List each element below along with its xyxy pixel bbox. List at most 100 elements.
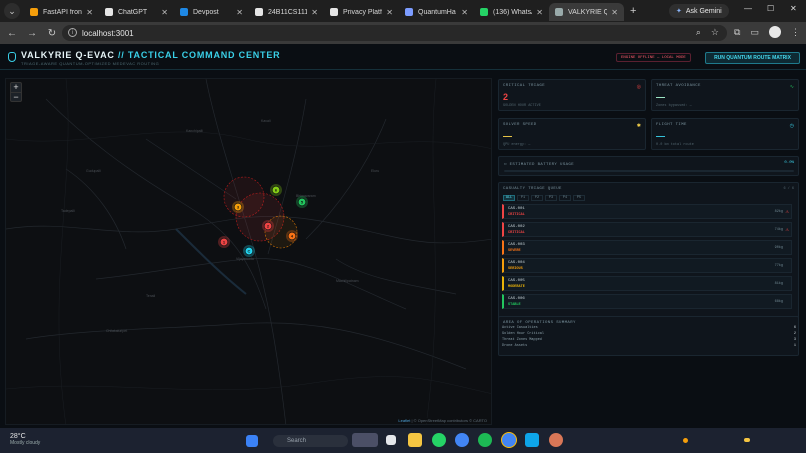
casualty-marker[interactable]: C [243, 245, 255, 257]
tab-close-icon[interactable]: ✕ [236, 8, 243, 17]
casualty-marker[interactable]: 6 [270, 184, 282, 196]
zoom-search-icon[interactable]: ⌕ [696, 27, 701, 38]
tray-status-icon[interactable] [744, 438, 750, 442]
zoom-in-button[interactable]: + [11, 83, 21, 92]
chrome-active-icon[interactable] [502, 433, 516, 447]
triage-filter-tab[interactable]: ALL [503, 195, 515, 201]
solver-speed-sub: QPU energy: — [503, 143, 531, 147]
browser-tabs: FastAPI fronte✕ChatGPT✕Devpost✕24B11CS11… [24, 0, 624, 22]
ask-gemini-button[interactable]: ✦ Ask Gemini [669, 4, 729, 18]
tab-close-icon[interactable]: ✕ [611, 8, 618, 17]
aoo-row-label: Drone Assets [502, 344, 528, 348]
url-text: localhost:3001 [82, 28, 134, 38]
ask-gemini-label: Ask Gemini [685, 7, 722, 15]
browser-menu-icon[interactable]: ⋮ [791, 27, 800, 38]
profile-avatar[interactable] [769, 26, 781, 38]
casualty-marker[interactable]: 1 [218, 236, 230, 248]
tab-close-icon[interactable]: ✕ [536, 8, 543, 17]
back-arrow-icon[interactable]: ← [2, 28, 22, 39]
solver-speed-label: SOLVER SPEED [503, 123, 537, 127]
aoo-row-label: Threat Zones Mapped [502, 338, 542, 342]
triage-queue-row[interactable]: CAS-002 CRITICAL 74kg ⚠ [502, 222, 792, 237]
casualty-marker[interactable]: 3 [232, 201, 244, 213]
tab-favicon-icon [180, 8, 188, 16]
leaflet-link[interactable]: Leaflet [398, 418, 410, 423]
close-window-icon[interactable]: ✕ [790, 4, 797, 13]
casualty-id: CAS-004 [508, 261, 525, 265]
casualty-weight: 74kg [774, 228, 783, 232]
browser-tab[interactable]: Devpost ✕ [174, 3, 249, 21]
spotify-icon[interactable] [478, 433, 492, 447]
extensions-icon[interactable]: ⧉ [734, 27, 740, 38]
bookmark-star-icon[interactable]: ☆ [711, 27, 719, 38]
taskbar-search[interactable]: Search [273, 435, 348, 447]
tab-title: QuantumHa [418, 8, 456, 16]
tactical-map[interactable]: Kanchipalli Kavali Gudupalli Bhimavaram … [5, 78, 492, 425]
maximize-icon[interactable]: ☐ [767, 4, 774, 13]
windows-start-icon[interactable] [246, 435, 258, 447]
tab-close-icon[interactable]: ✕ [161, 8, 168, 17]
triage-queue-row[interactable]: CAS-005 MODERATE 81kg [502, 276, 792, 291]
claude-icon[interactable] [549, 433, 563, 447]
reload-icon[interactable]: ↻ [42, 28, 62, 39]
weather-widget[interactable]: 28°C Mostly cloudy [10, 433, 40, 446]
browser-tab[interactable]: 24B11CS111/✕ [249, 3, 324, 21]
critical-triage-sub: GOLDEN HOUR ACTIVE [503, 104, 541, 108]
url-bar[interactable]: i localhost:3001 ⌕ ☆ [62, 25, 727, 41]
shield-logo-icon [8, 52, 16, 62]
new-tab-plus-icon[interactable]: + [630, 5, 636, 17]
casualty-marker[interactable]: 4 [286, 230, 298, 242]
warning-icon: ⚠ [785, 209, 789, 214]
site-info-icon[interactable]: i [68, 28, 77, 37]
casualty-id: CAS-003 [508, 243, 525, 247]
tab-search-chevron-icon[interactable]: ⌄ [4, 3, 20, 19]
run-quantum-route-button[interactable]: RUN QUANTUM ROUTE MATRIX [705, 52, 800, 64]
browser-tab[interactable]: (136) WhatsA ✕ [474, 3, 549, 21]
task-view-icon[interactable] [386, 435, 396, 445]
tab-close-icon[interactable]: ✕ [386, 8, 393, 17]
tab-favicon-icon [105, 8, 113, 16]
forward-arrow-icon[interactable]: → [22, 28, 42, 39]
critical-triage-card: CRITICAL TRIAGE 2 GOLDEN HOUR ACTIVE ◎ [498, 79, 646, 111]
file-explorer-icon[interactable] [408, 433, 422, 447]
casualty-marker[interactable]: 2 [262, 220, 274, 232]
triage-queue-row[interactable]: CAS-001 CRITICAL 82kg ⚠ [502, 204, 792, 219]
browser-tab[interactable]: VALKYRIE Q-E✕ [549, 3, 624, 21]
threat-avoidance-card: THREAT AVOIDANCE — Zones bypassed: — ∿ [651, 79, 799, 111]
tab-close-icon[interactable]: ✕ [86, 8, 93, 17]
tab-title: ChatGPT [118, 8, 148, 16]
battery-usage-value: 0.0% [784, 161, 794, 165]
vscode-icon[interactable] [525, 433, 539, 447]
whatsapp-icon[interactable] [432, 433, 446, 447]
triage-queue-row[interactable]: CAS-006 STABLE 68kg [502, 294, 792, 309]
triage-queue-row[interactable]: CAS-003 SEVERE 90kg [502, 240, 792, 255]
triage-filter-tab[interactable]: P3 [545, 195, 557, 201]
aoo-summary-title: AREA OF OPERATIONS SUMMARY [503, 321, 576, 325]
chrome-icon[interactable] [455, 433, 469, 447]
triage-filter-tab[interactable]: P5 [573, 195, 585, 201]
triage-filter-tab[interactable]: P4 [559, 195, 571, 201]
triage-filter-tab[interactable]: P1 [517, 195, 529, 201]
widgets-icon[interactable] [352, 433, 378, 447]
tab-close-icon[interactable]: ✕ [461, 8, 468, 17]
aoo-summary-row: Threat Zones Mapped 3 [502, 338, 796, 343]
browser-tab[interactable]: FastAPI fronte ✕ [24, 3, 99, 21]
browser-tab[interactable]: Privacy Platfo ✕ [324, 3, 399, 21]
browser-tab[interactable]: ChatGPT ✕ [99, 3, 174, 21]
casualty-weight: 82kg [774, 210, 783, 214]
casualty-severity: CRITICAL [508, 231, 525, 235]
split-view-icon[interactable]: ▭ [750, 27, 759, 38]
tab-title: (136) WhatsA [493, 8, 533, 16]
flight-time-label: FLIGHT TIME [656, 123, 687, 127]
casualty-markers[interactable]: 1 2 3 4 5 6 C [6, 79, 492, 425]
zoom-out-button[interactable]: − [11, 92, 21, 102]
casualty-marker[interactable]: 5 [296, 196, 308, 208]
triage-queue-row[interactable]: CAS-004 SERIOUS 77kg [502, 258, 792, 273]
browser-tab[interactable]: QuantumHa ✕ [399, 3, 474, 21]
tray-notification-icon[interactable] [683, 438, 688, 443]
warning-icon: ⚠ [785, 227, 789, 232]
minimize-icon[interactable]: — [744, 4, 752, 13]
triage-filter-tab[interactable]: P2 [531, 195, 543, 201]
app-root: VALKYRIE Q-EVAC // TACTICAL COMMAND CENT… [0, 44, 806, 428]
tab-close-icon[interactable]: ✕ [311, 8, 318, 17]
